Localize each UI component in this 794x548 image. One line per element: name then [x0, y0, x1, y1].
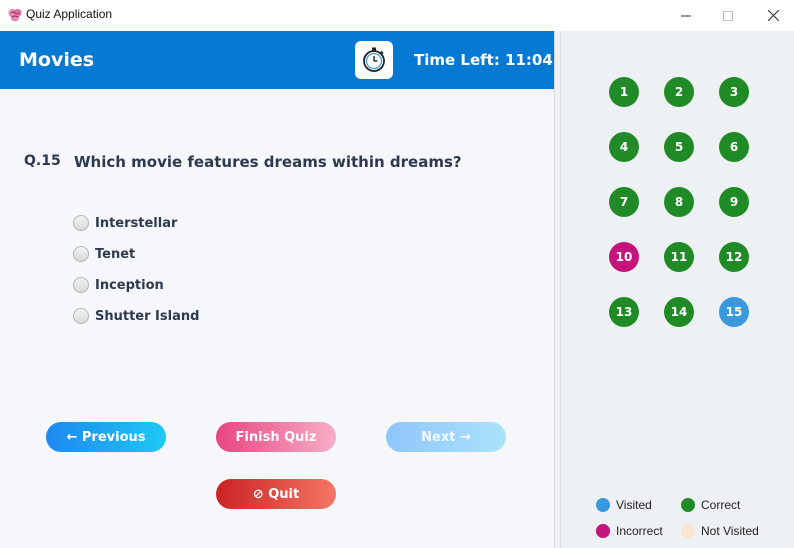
previous-button[interactable]: ← Previous — [46, 422, 166, 452]
minimize-icon — [681, 15, 691, 16]
option-inception[interactable]: Inception — [73, 276, 164, 294]
category-title: Movies — [19, 49, 95, 71]
question-nav-button-5[interactable]: 5 — [664, 132, 694, 162]
radio-button[interactable] — [73, 215, 89, 231]
quiz-header: Movies Time Left: 11:04 — [0, 31, 554, 89]
option-label: Tenet — [95, 246, 136, 262]
option-tenet[interactable]: Tenet — [73, 245, 135, 263]
question-nav-button-6[interactable]: 6 — [719, 132, 749, 162]
brain-icon — [8, 9, 22, 22]
minimize-button[interactable] — [663, 0, 709, 31]
question-text: Which movie features dreams within dream… — [74, 153, 462, 171]
legend-label: Visited — [616, 498, 652, 512]
question-nav-button-7[interactable]: 7 — [609, 187, 639, 217]
legend-visited: Visited — [596, 497, 652, 513]
question-nav-button-3[interactable]: 3 — [719, 77, 749, 107]
legend-dot-incorrect — [596, 524, 610, 538]
question-nav-button-9[interactable]: 9 — [719, 187, 749, 217]
option-label: Interstellar — [95, 215, 178, 231]
question-panel: Movies Time Left: 11:04 Q.15 Which movie… — [0, 31, 554, 548]
option-label: Inception — [95, 277, 164, 293]
question-nav-button-11[interactable]: 11 — [664, 242, 694, 272]
option-shutter-island[interactable]: Shutter Island — [73, 307, 199, 325]
maximize-icon — [723, 10, 733, 21]
question-nav-button-14[interactable]: 14 — [664, 297, 694, 327]
legend-dot-correct — [681, 498, 695, 512]
title-bar: Quiz Application — [0, 0, 794, 31]
timer-badge — [355, 41, 393, 79]
question-nav-button-15[interactable]: 15 — [719, 297, 749, 327]
radio-button[interactable] — [73, 246, 89, 262]
legend-label: Not Visited — [701, 524, 759, 538]
maximize-button[interactable] — [705, 0, 751, 31]
legend-not-visited: Not Visited — [681, 523, 759, 539]
radio-button[interactable] — [73, 308, 89, 324]
time-left-label: Time Left: 11:04 — [414, 51, 553, 69]
question-nav-button-8[interactable]: 8 — [664, 187, 694, 217]
option-label: Shutter Island — [95, 308, 200, 324]
question-nav-button-2[interactable]: 2 — [664, 77, 694, 107]
question-nav-button-12[interactable]: 12 — [719, 242, 749, 272]
next-button[interactable]: Next → — [386, 422, 506, 452]
question-nav-button-4[interactable]: 4 — [609, 132, 639, 162]
split-divider[interactable] — [554, 31, 561, 548]
question-nav-button-1[interactable]: 1 — [609, 77, 639, 107]
close-icon — [767, 10, 779, 21]
legend-label: Correct — [701, 498, 741, 512]
question-nav-button-10[interactable]: 10 — [609, 242, 639, 272]
question-nav-button-13[interactable]: 13 — [609, 297, 639, 327]
window-title: Quiz Application — [26, 7, 113, 21]
legend-label: Incorrect — [616, 524, 663, 538]
finish-quiz-button[interactable]: Finish Quiz — [216, 422, 336, 452]
option-interstellar[interactable]: Interstellar — [73, 214, 177, 232]
legend-correct: Correct — [681, 497, 740, 513]
legend-incorrect: Incorrect — [596, 523, 663, 539]
stopwatch-icon — [363, 47, 385, 72]
question-number: Q.15 — [24, 153, 61, 169]
question-navigator: 1 2 3 4 5 6 7 8 9 10 11 12 13 14 15 Visited Correct In… — [561, 31, 794, 548]
legend-dot-visited — [596, 498, 610, 512]
close-button[interactable] — [750, 0, 794, 31]
radio-button[interactable] — [73, 277, 89, 293]
quit-button[interactable]: ⊘ Quit — [216, 479, 336, 509]
legend-dot-not-visited — [681, 524, 695, 538]
